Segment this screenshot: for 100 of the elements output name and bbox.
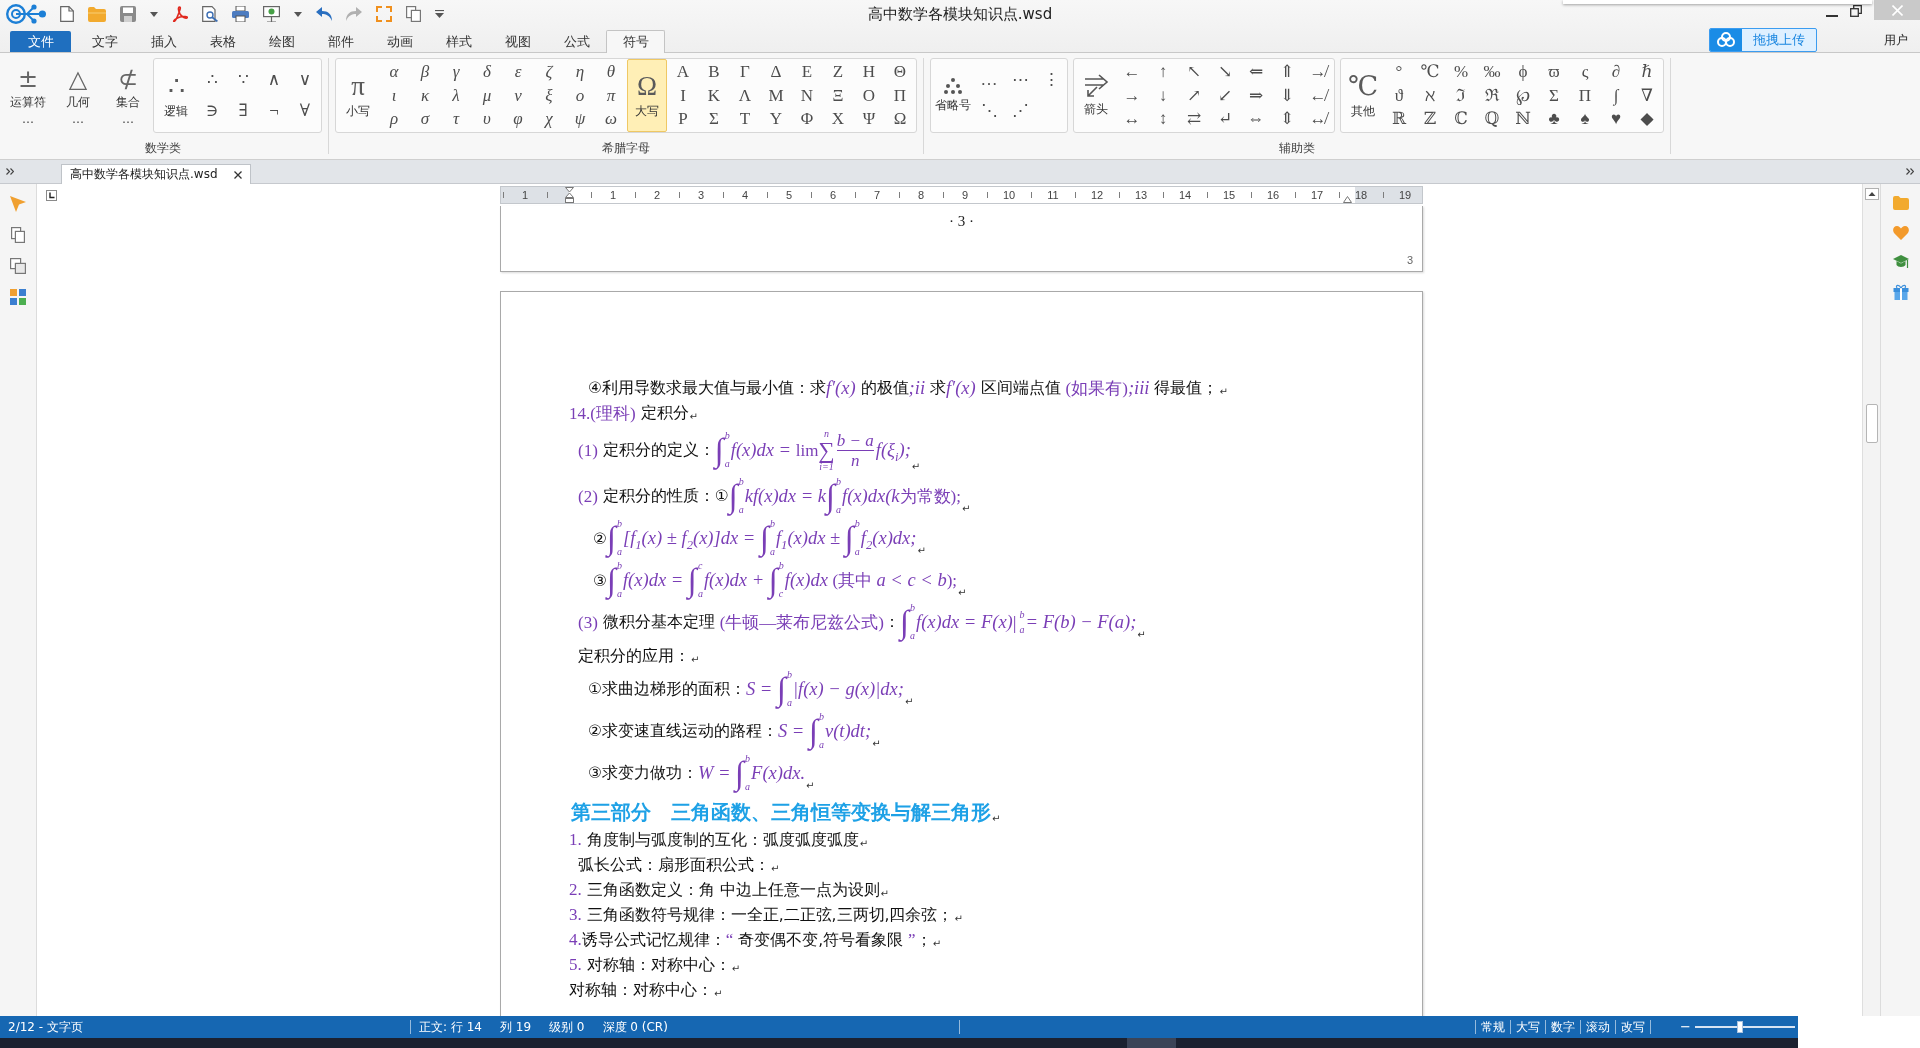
symbol-button[interactable]: Π bbox=[1571, 84, 1599, 107]
symbol-button[interactable]: Ξ bbox=[824, 84, 852, 107]
copy-icon[interactable] bbox=[406, 6, 421, 22]
symbol-button[interactable]: Ο bbox=[855, 84, 883, 107]
symbol-button[interactable]: χ bbox=[535, 108, 563, 131]
symbol-button[interactable]: ◆ bbox=[1633, 108, 1661, 131]
symbol-button[interactable]: Σ bbox=[700, 108, 728, 131]
symbol-button[interactable]: κ bbox=[411, 84, 439, 107]
symbol-button[interactable]: % bbox=[1447, 60, 1475, 83]
symbol-button[interactable]: ⇐ bbox=[1242, 60, 1270, 83]
presentation-icon[interactable] bbox=[263, 6, 280, 22]
symbol-button[interactable]: ⋰ bbox=[1006, 100, 1034, 123]
symbol-button[interactable]: ο bbox=[566, 84, 594, 107]
customize-icon[interactable] bbox=[435, 10, 444, 18]
symbol-button[interactable]: Θ bbox=[886, 60, 914, 83]
symbol-button[interactable]: λ bbox=[442, 84, 470, 107]
symbol-button[interactable]: ν bbox=[504, 84, 532, 107]
symbol-button[interactable]: ↓ bbox=[1149, 84, 1177, 107]
symbol-button[interactable]: ς bbox=[1571, 60, 1599, 83]
new-file-icon[interactable] bbox=[60, 6, 74, 22]
status-mode[interactable]: 改写 bbox=[1616, 1018, 1650, 1036]
symbol-button[interactable]: ∋ bbox=[198, 100, 226, 123]
symbol-button[interactable]: Μ bbox=[762, 84, 790, 107]
symbol-button[interactable]: Ω bbox=[886, 108, 914, 131]
symbol-button[interactable]: δ bbox=[473, 60, 501, 83]
ribbon-button[interactable]: 省略号 bbox=[933, 59, 973, 132]
graduation-cap-icon[interactable] bbox=[1892, 255, 1909, 269]
symbol-button[interactable]: ↵ bbox=[1211, 108, 1239, 131]
scroll-up-icon[interactable] bbox=[1864, 188, 1879, 200]
symbol-button[interactable]: ϕ bbox=[1509, 60, 1537, 83]
status-mode[interactable]: 滚动 bbox=[1581, 1018, 1615, 1036]
symbol-button[interactable]: ι bbox=[380, 84, 408, 107]
print-icon[interactable] bbox=[232, 6, 249, 22]
symbol-button[interactable]: ↔ bbox=[1118, 108, 1146, 131]
symbol-button[interactable]: ∫ bbox=[1602, 84, 1630, 107]
symbol-button[interactable]: ⋮ bbox=[1037, 68, 1065, 91]
caret-icon[interactable] bbox=[294, 11, 302, 17]
symbol-button[interactable]: ° bbox=[1385, 60, 1413, 83]
symbol-button[interactable]: σ bbox=[411, 108, 439, 131]
ribbon-button[interactable]: ∴ 逻辑 bbox=[156, 59, 196, 132]
symbol-button[interactable]: ⋯ bbox=[1006, 68, 1034, 91]
status-mode[interactable]: 常规 bbox=[1476, 1018, 1510, 1036]
symbol-button[interactable]: ∨ bbox=[291, 68, 319, 91]
symbol-button[interactable]: ∀ bbox=[291, 100, 319, 123]
symbol-button[interactable]: Α bbox=[669, 60, 697, 83]
symbol-button[interactable]: ℕ bbox=[1509, 108, 1537, 131]
symbol-button[interactable]: ℑ bbox=[1447, 84, 1475, 107]
symbol-button[interactable]: ε bbox=[504, 60, 532, 83]
documents-icon[interactable] bbox=[11, 227, 25, 243]
symbol-button[interactable]: Τ bbox=[731, 108, 759, 131]
symbol-button[interactable]: ⇔ bbox=[1242, 108, 1270, 131]
pages-icon[interactable] bbox=[10, 258, 26, 274]
symbol-button[interactable]: ℏ bbox=[1633, 60, 1661, 83]
ruler[interactable]: 1 1 2 3 4 5 6 7 8 9 10 11 12 13 14 15 16 17 18 19 bbox=[500, 186, 1423, 204]
symbol-button[interactable]: → bbox=[1118, 84, 1146, 107]
ribbon-tab[interactable]: 绘图 bbox=[252, 30, 311, 52]
symbol-button[interactable]: Β bbox=[700, 60, 728, 83]
symbol-button[interactable]: ← bbox=[1118, 60, 1146, 83]
symbol-button[interactable]: Ι bbox=[669, 84, 697, 107]
symbol-button[interactable]: Λ bbox=[731, 84, 759, 107]
symbol-button[interactable]: ∃ bbox=[229, 100, 257, 123]
ribbon-tab[interactable]: 插入 bbox=[134, 30, 193, 52]
symbol-button[interactable]: ℃ bbox=[1416, 60, 1444, 83]
ribbon-tab[interactable]: 样式 bbox=[429, 30, 488, 52]
symbol-button[interactable]: Η bbox=[855, 60, 883, 83]
symbol-button[interactable]: α bbox=[380, 60, 408, 83]
ribbon-button[interactable]: Ω 大写 bbox=[627, 59, 667, 132]
symbol-button[interactable]: Φ bbox=[793, 108, 821, 131]
symbol-button[interactable]: ↮ bbox=[1304, 108, 1332, 131]
caret-icon[interactable] bbox=[150, 11, 158, 17]
symbol-button[interactable]: Σ bbox=[1540, 84, 1568, 107]
symbol-button[interactable]: Π bbox=[886, 84, 914, 107]
symbol-button[interactable]: Ν bbox=[793, 84, 821, 107]
symbol-button[interactable]: ζ bbox=[535, 60, 563, 83]
symbol-button[interactable]: ∂ bbox=[1602, 60, 1630, 83]
ribbon-tab[interactable]: 符号 bbox=[606, 30, 665, 53]
symbol-button[interactable]: γ bbox=[442, 60, 470, 83]
status-mode[interactable]: 大写 bbox=[1511, 1018, 1545, 1036]
symbol-button[interactable]: φ bbox=[504, 108, 532, 131]
double-chevron-icon[interactable] bbox=[1906, 168, 1914, 175]
symbol-button[interactable]: Γ bbox=[731, 60, 759, 83]
symbol-button[interactable]: ⇑ bbox=[1273, 60, 1301, 83]
symbol-button[interactable]: π bbox=[597, 84, 625, 107]
symbol-button[interactable]: μ bbox=[473, 84, 501, 107]
symbol-button[interactable]: ∧ bbox=[260, 68, 288, 91]
pdf-icon[interactable] bbox=[172, 6, 188, 22]
indent-marker-icon[interactable] bbox=[1343, 196, 1352, 203]
symbol-button[interactable]: ψ bbox=[566, 108, 594, 131]
symbol-button[interactable]: ⇓ bbox=[1273, 84, 1301, 107]
undo-icon[interactable] bbox=[316, 7, 332, 21]
ribbon-tab[interactable]: 视图 bbox=[488, 30, 547, 52]
symbol-button[interactable]: Ρ bbox=[669, 108, 697, 131]
symbol-button[interactable]: ℜ bbox=[1478, 84, 1506, 107]
symbol-button[interactable]: ♣ bbox=[1540, 108, 1568, 131]
symbol-button[interactable]: ϖ bbox=[1540, 60, 1568, 83]
ribbon-button[interactable]: ⊄ 集合 … bbox=[103, 58, 153, 133]
symbol-button[interactable]: ⋱ bbox=[975, 100, 1003, 123]
symbol-button[interactable]: ℚ bbox=[1478, 108, 1506, 131]
slider-thumb[interactable] bbox=[1737, 1021, 1743, 1033]
print-preview-icon[interactable] bbox=[202, 6, 218, 22]
